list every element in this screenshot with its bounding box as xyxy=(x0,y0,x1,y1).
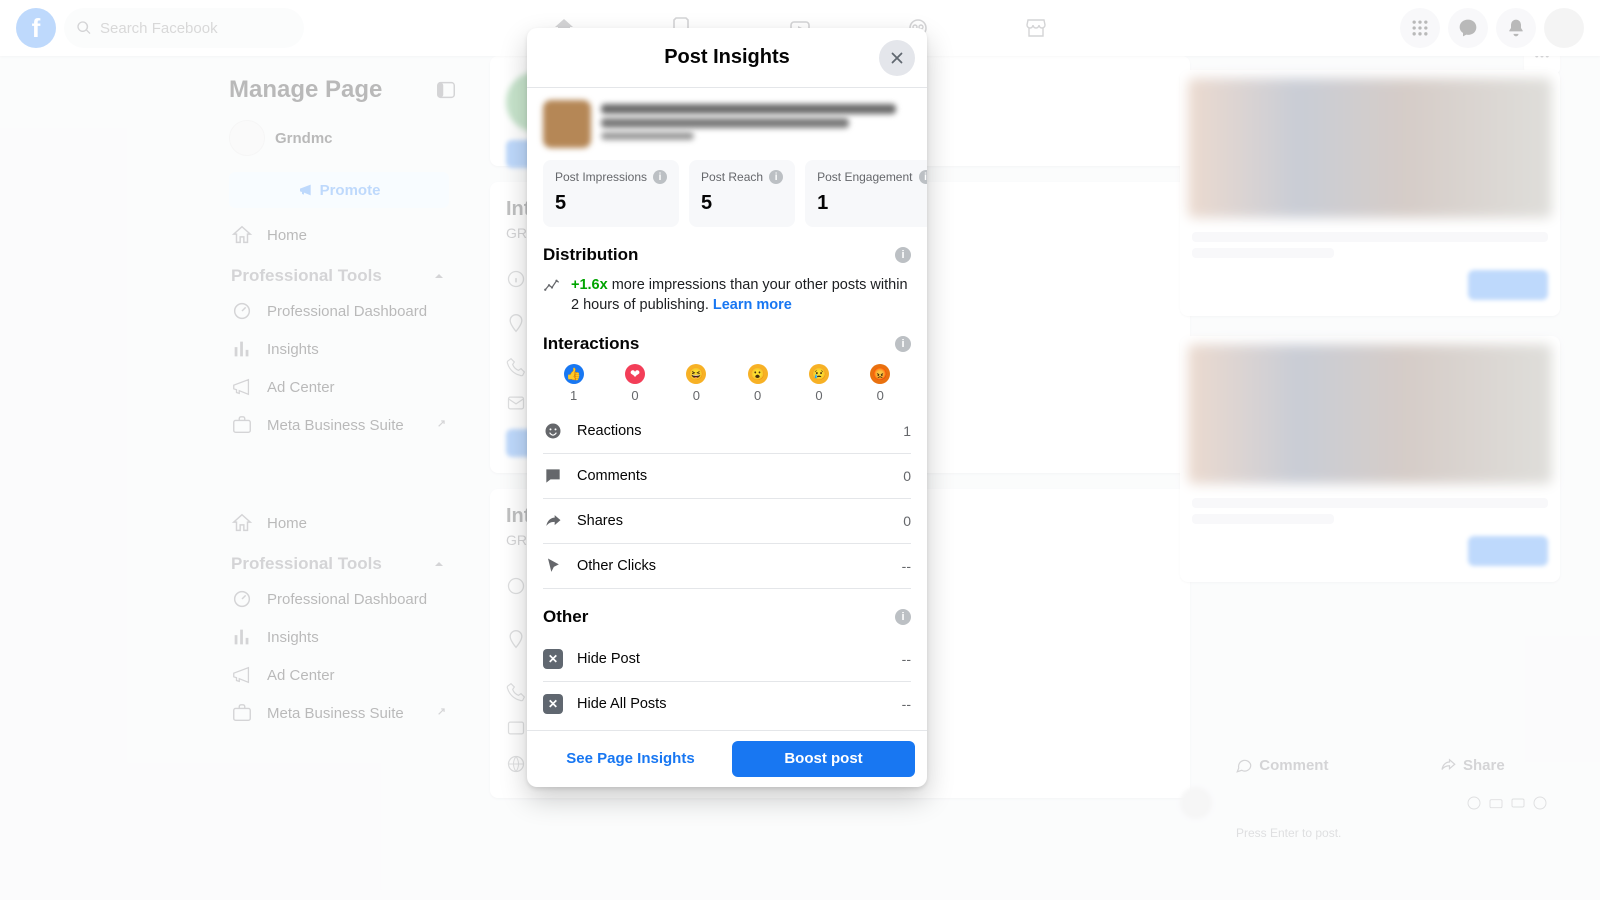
info-icon[interactable]: i xyxy=(653,170,667,184)
other-value: -- xyxy=(902,696,911,712)
interaction-row-otherclicks: Other Clicks -- xyxy=(543,544,911,589)
other-label: Hide All Posts xyxy=(577,696,666,712)
cursor-icon xyxy=(543,556,563,576)
hide-all-icon: ✕ xyxy=(543,694,563,714)
reaction-wow: 😮0 xyxy=(748,364,768,403)
interactions-heading: Interactions xyxy=(543,334,639,354)
love-icon: ❤ xyxy=(625,364,645,384)
hide-icon: ✕ xyxy=(543,649,563,669)
info-icon[interactable]: i xyxy=(769,170,783,184)
interaction-row-reactions: Reactions 1 xyxy=(543,409,911,454)
learn-more-link[interactable]: Learn more xyxy=(713,297,792,313)
share-icon xyxy=(543,511,563,531)
interaction-value: 0 xyxy=(903,468,911,484)
interaction-label: Reactions xyxy=(577,423,641,439)
reaction-angry: 😡0 xyxy=(870,364,890,403)
metrics-row: Post Impressions i 5 Post Reach i 5 Post… xyxy=(543,160,911,227)
metric-label: Post Reach xyxy=(701,170,763,184)
interaction-value: -- xyxy=(902,558,911,574)
see-page-insights-button[interactable]: See Page Insights xyxy=(539,741,722,777)
post-insights-modal: Post Insights Post Impressions i 5 xyxy=(527,28,927,787)
distribution-heading-row: Distribution i xyxy=(543,245,911,265)
reaction-haha: 😆0 xyxy=(686,364,706,403)
haha-icon: 😆 xyxy=(686,364,706,384)
modal-title: Post Insights xyxy=(664,46,790,69)
metric-label: Post Impressions xyxy=(555,170,647,184)
like-icon: 👍 xyxy=(564,364,584,384)
modal-header: Post Insights xyxy=(527,28,927,88)
metric-value: 5 xyxy=(701,192,783,215)
metric-engagement[interactable]: Post Engagement i 1 xyxy=(805,160,927,227)
close-button[interactable] xyxy=(879,40,915,76)
wow-icon: 😮 xyxy=(748,364,768,384)
distribution-heading: Distribution xyxy=(543,245,638,265)
other-value: -- xyxy=(902,651,911,667)
reaction-love: ❤0 xyxy=(625,364,645,403)
other-row-hideall: ✕ Hide All Posts -- xyxy=(543,682,911,726)
metric-reach[interactable]: Post Reach i 5 xyxy=(689,160,795,227)
info-icon[interactable]: i xyxy=(919,170,928,184)
trend-icon xyxy=(543,277,561,295)
other-row-hidepost: ✕ Hide Post -- xyxy=(543,637,911,682)
other-heading-row: Other i xyxy=(543,607,911,627)
interaction-value: 0 xyxy=(903,513,911,529)
info-icon[interactable]: i xyxy=(895,247,911,263)
modal-footer: See Page Insights Boost post xyxy=(527,730,927,787)
metric-label: Post Engagement xyxy=(817,170,912,184)
reaction-sad: 😢0 xyxy=(809,364,829,403)
metric-value: 5 xyxy=(555,192,667,215)
info-icon[interactable]: i xyxy=(895,336,911,352)
sad-icon: 😢 xyxy=(809,364,829,384)
reaction-like: 👍1 xyxy=(564,364,584,403)
interaction-label: Other Clicks xyxy=(577,558,656,574)
smile-icon xyxy=(543,421,563,441)
metric-value: 1 xyxy=(817,192,927,215)
interaction-label: Comments xyxy=(577,468,647,484)
modal-body: Post Impressions i 5 Post Reach i 5 Post… xyxy=(527,88,927,730)
interaction-row-comments: Comments 0 xyxy=(543,454,911,499)
other-heading: Other xyxy=(543,607,588,627)
interaction-value: 1 xyxy=(903,423,911,439)
interactions-heading-row: Interactions i xyxy=(543,334,911,354)
metric-impressions[interactable]: Post Impressions i 5 xyxy=(543,160,679,227)
other-label: Hide Post xyxy=(577,651,640,667)
close-icon xyxy=(888,49,906,67)
boost-post-button[interactable]: Boost post xyxy=(732,741,915,777)
info-icon[interactable]: i xyxy=(895,609,911,625)
interaction-row-shares: Shares 0 xyxy=(543,499,911,544)
distribution-text: +1.6x more impressions than your other p… xyxy=(571,275,911,316)
post-preview-text xyxy=(601,100,911,148)
reactions-row: 👍1 ❤0 😆0 😮0 😢0 😡0 xyxy=(543,364,911,403)
interaction-label: Shares xyxy=(577,513,623,529)
distribution-row: +1.6x more impressions than your other p… xyxy=(543,275,911,316)
post-preview xyxy=(543,100,911,148)
angry-icon: 😡 xyxy=(870,364,890,384)
comment-icon xyxy=(543,466,563,486)
post-thumbnail xyxy=(543,100,591,148)
